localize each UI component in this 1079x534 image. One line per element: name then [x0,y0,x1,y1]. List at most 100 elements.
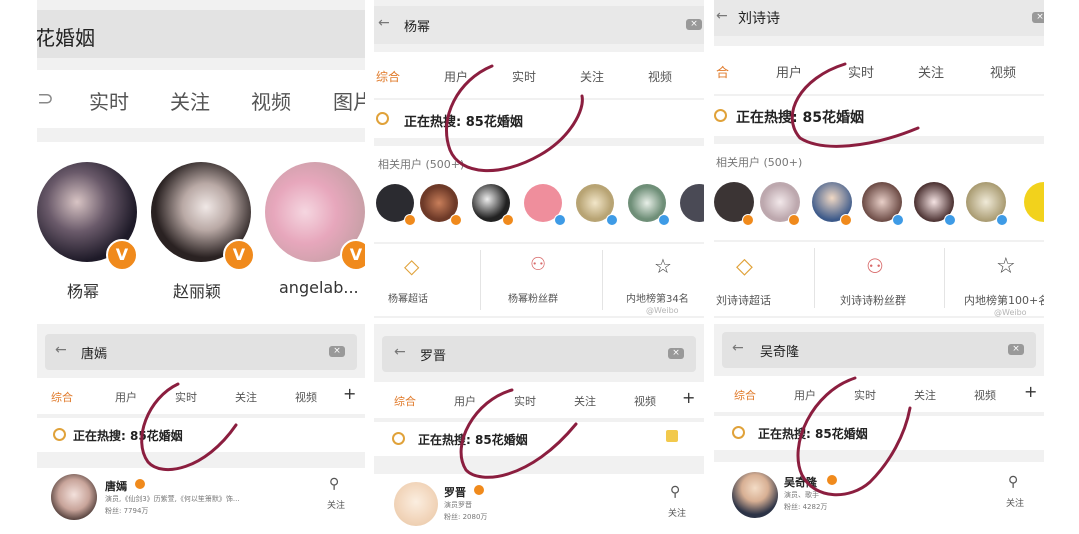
super-topic-card[interactable]: 刘诗诗超话 [716,292,771,308]
user-description: 演员罗晋 [444,501,472,509]
tab-follow[interactable]: 关注 [235,389,257,405]
verified-badge-icon [473,484,485,496]
back-arrow-icon[interactable]: ← [378,15,390,31]
clear-icon[interactable]: × [329,346,345,357]
verified-badge-icon [826,474,838,486]
avatar[interactable] [732,472,778,518]
tab-follow[interactable]: 关注 [170,86,210,115]
tab-bar: 综合 用户 实时 关注 视频 + [714,376,1044,412]
follow-button[interactable]: 关注 [668,506,686,519]
tab-realtime[interactable]: 实时 [514,393,536,409]
tab-realtime[interactable]: 实时 [854,387,876,403]
watermark: @Weibo [646,306,679,315]
follow-icon[interactable]: ⚲ [329,476,339,492]
star-icon[interactable]: ☆ [996,254,1016,279]
tab-images[interactable]: 图片 [333,86,365,115]
follow-icon[interactable]: ⚲ [1008,474,1018,490]
search-bar[interactable]: ← 吴奇隆 × [722,332,1036,368]
user-result-row[interactable]: 罗晋 演员罗晋 粉丝: 2080万 ⚲ 关注 [374,474,704,534]
tab-comprehensive[interactable]: 综合 [376,68,400,85]
tab-realtime[interactable]: 实时 [175,389,197,405]
back-chevron-icon[interactable]: ⊃ [37,86,54,110]
user-name-1[interactable]: 杨幂 [67,278,99,302]
tab-video[interactable]: 视频 [251,86,291,115]
hot-search-row[interactable]: 正在热搜: 85花婚姻 [714,96,1044,136]
tab-users[interactable]: 用户 [794,387,816,403]
user-description: 演员,《仙剑3》历紫萱,《何以笙箫默》饰... [105,495,240,503]
user-result-row[interactable]: 唐嫣 演员,《仙剑3》历紫萱,《何以笙箫默》饰... 粉丝: 7794万 ⚲ 关… [37,468,365,534]
verified-badge-icon: V [223,239,255,271]
tab-follow[interactable]: 关注 [914,387,936,403]
tab-follow[interactable]: 关注 [580,68,604,85]
tab-video[interactable]: 视频 [974,387,996,403]
tab-video[interactable]: 视频 [295,389,317,405]
fan-group-card[interactable]: 刘诗诗粉丝群 [840,292,906,308]
panel-yangmi-search-top-left: 花婚姻 ⊃ 实时 关注 视频 图片 V 杨幂 V 赵丽颖 V angelab..… [37,0,365,318]
tab-comprehensive[interactable]: 综合 [394,393,416,409]
follow-icon[interactable]: ⚲ [670,484,680,500]
tab-video[interactable]: 视频 [990,62,1016,81]
tab-users[interactable]: 用户 [454,393,476,409]
tab-users[interactable]: 用户 [115,389,137,405]
search-bar[interactable]: ← 杨幂 × [374,6,704,44]
tab-comprehensive[interactable]: 综合 [51,389,73,405]
search-bar[interactable]: ← 唐嫣 × [45,334,357,370]
star-icon[interactable]: ☆ [654,254,672,278]
user-result-row[interactable]: 吴奇隆 演员、歌手 粉丝: 4282万 ⚲ 关注 [714,462,1044,534]
user-name[interactable]: 吴奇隆 [784,474,817,490]
back-arrow-icon[interactable]: ← [732,340,744,356]
feature-cards: ◇ 刘诗诗超话 ⚇ 刘诗诗粉丝群 ☆ 内地榜第100+名 [714,242,1044,316]
tab-realtime[interactable]: 实时 [89,86,129,115]
add-tab-button[interactable]: + [343,384,356,403]
user-name[interactable]: 罗晋 [444,484,466,500]
add-tab-button[interactable]: + [682,388,695,407]
clear-icon[interactable]: × [1008,344,1024,355]
fan-group-icon[interactable]: ⚇ [530,254,546,275]
user-name-2[interactable]: 赵丽颖 [173,278,221,302]
clear-icon[interactable]: × [1032,12,1044,23]
avatar[interactable] [1024,182,1044,222]
hot-search-row[interactable]: 正在热搜: 85花婚姻 [37,418,365,452]
tab-users[interactable]: 用户 [444,68,468,85]
hot-search-row[interactable]: 正在热搜: 85花婚姻 [374,422,704,456]
avatar[interactable] [394,482,438,526]
card-divider [480,250,481,310]
tab-follow[interactable]: 关注 [574,393,596,409]
back-arrow-icon[interactable]: ← [716,8,728,24]
super-topic-icon[interactable]: ◇ [404,254,419,278]
tab-realtime[interactable]: 实时 [512,68,536,85]
tab-follow[interactable]: 关注 [918,62,944,81]
super-topic-icon[interactable]: ◇ [736,254,753,279]
search-bar[interactable]: ← 刘诗诗 × [714,0,1044,36]
clear-icon[interactable]: × [686,19,702,30]
search-text: 刘诗诗 [738,11,780,27]
back-arrow-icon[interactable]: ← [55,342,67,358]
tab-users[interactable]: 用户 [776,62,802,81]
back-arrow-icon[interactable]: ← [394,344,406,360]
tab-video[interactable]: 视频 [634,393,656,409]
add-tab-button[interactable]: + [1024,382,1037,401]
ranking-card[interactable]: 内地榜第34名 [626,290,689,305]
ranking-card[interactable]: 内地榜第100+名 [964,292,1044,308]
clear-icon[interactable]: × [668,348,684,359]
avatar[interactable] [51,474,97,520]
tab-realtime[interactable]: 实时 [848,62,874,81]
super-topic-card[interactable]: 杨幂超话 [388,290,428,305]
tab-video[interactable]: 视频 [648,68,672,85]
user-name[interactable]: 唐嫣 [105,478,127,494]
hot-search-row[interactable]: 正在热搜: 85花婚姻 [714,416,1044,450]
fan-group-icon[interactable]: ⚇ [866,254,884,278]
search-bar[interactable]: 花婚姻 [37,10,365,58]
tab-comprehensive[interactable]: 合 [716,62,729,81]
search-bar[interactable]: ← 罗晋 × [382,336,696,372]
follow-button[interactable]: 关注 [327,498,345,511]
verified-badge-icon [606,214,618,226]
user-name-3[interactable]: angelab... [279,278,359,297]
fan-group-card[interactable]: 杨幂粉丝群 [508,290,558,305]
follow-button[interactable]: 关注 [1006,496,1024,509]
verified-badge-icon [134,478,146,490]
tab-comprehensive[interactable]: 综合 [734,387,756,403]
avatar[interactable] [680,184,704,222]
verified-badge-icon [404,214,416,226]
hot-search-row[interactable]: 正在热搜: 85花婚姻 [374,100,704,138]
